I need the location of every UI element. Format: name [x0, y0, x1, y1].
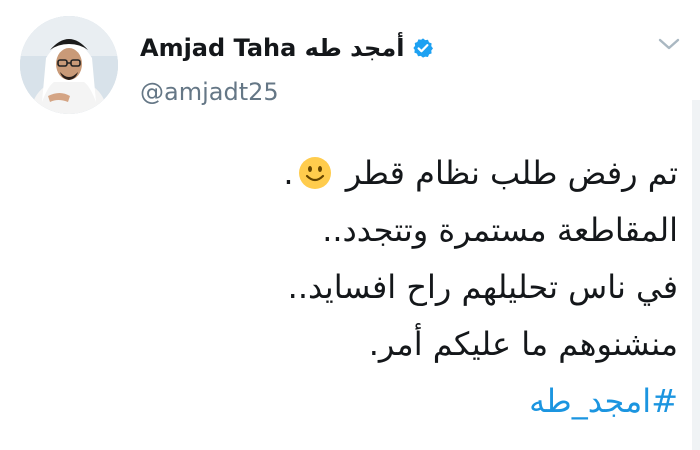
tweet-text: تم رفض طلب نظام قطر . المقاطعة مستمرة وت…: [118, 145, 678, 430]
tweet-line-1-end: .: [283, 154, 294, 192]
tweet-line-3: في ناس تحليلهم راح افسايد..: [287, 268, 678, 306]
avatar[interactable]: [20, 16, 118, 114]
hashtag-link[interactable]: #امجد_طه: [118, 373, 678, 430]
scrollbar-track[interactable]: [692, 100, 700, 450]
avatar-image: [20, 16, 118, 114]
chevron-down-icon[interactable]: [655, 32, 683, 56]
author-name-row[interactable]: Amjad Taha أمجد طه: [140, 30, 434, 66]
tweet-line-1: تم رفض طلب نظام قطر .: [118, 145, 678, 202]
slightly-smiling-face-icon: [298, 151, 332, 189]
verified-badge-icon: [412, 37, 434, 59]
tweet-line-2: المقاطعة مستمرة وتتجدد..: [322, 211, 678, 249]
author-display-name[interactable]: Amjad Taha أمجد طه: [140, 34, 404, 62]
tweet-line-4: منشنوهم ما عليكم أمر.: [368, 325, 678, 363]
tweet-line-1-text: تم رفض طلب نظام قطر: [345, 154, 678, 192]
author-handle[interactable]: @amjadt25: [140, 78, 279, 106]
